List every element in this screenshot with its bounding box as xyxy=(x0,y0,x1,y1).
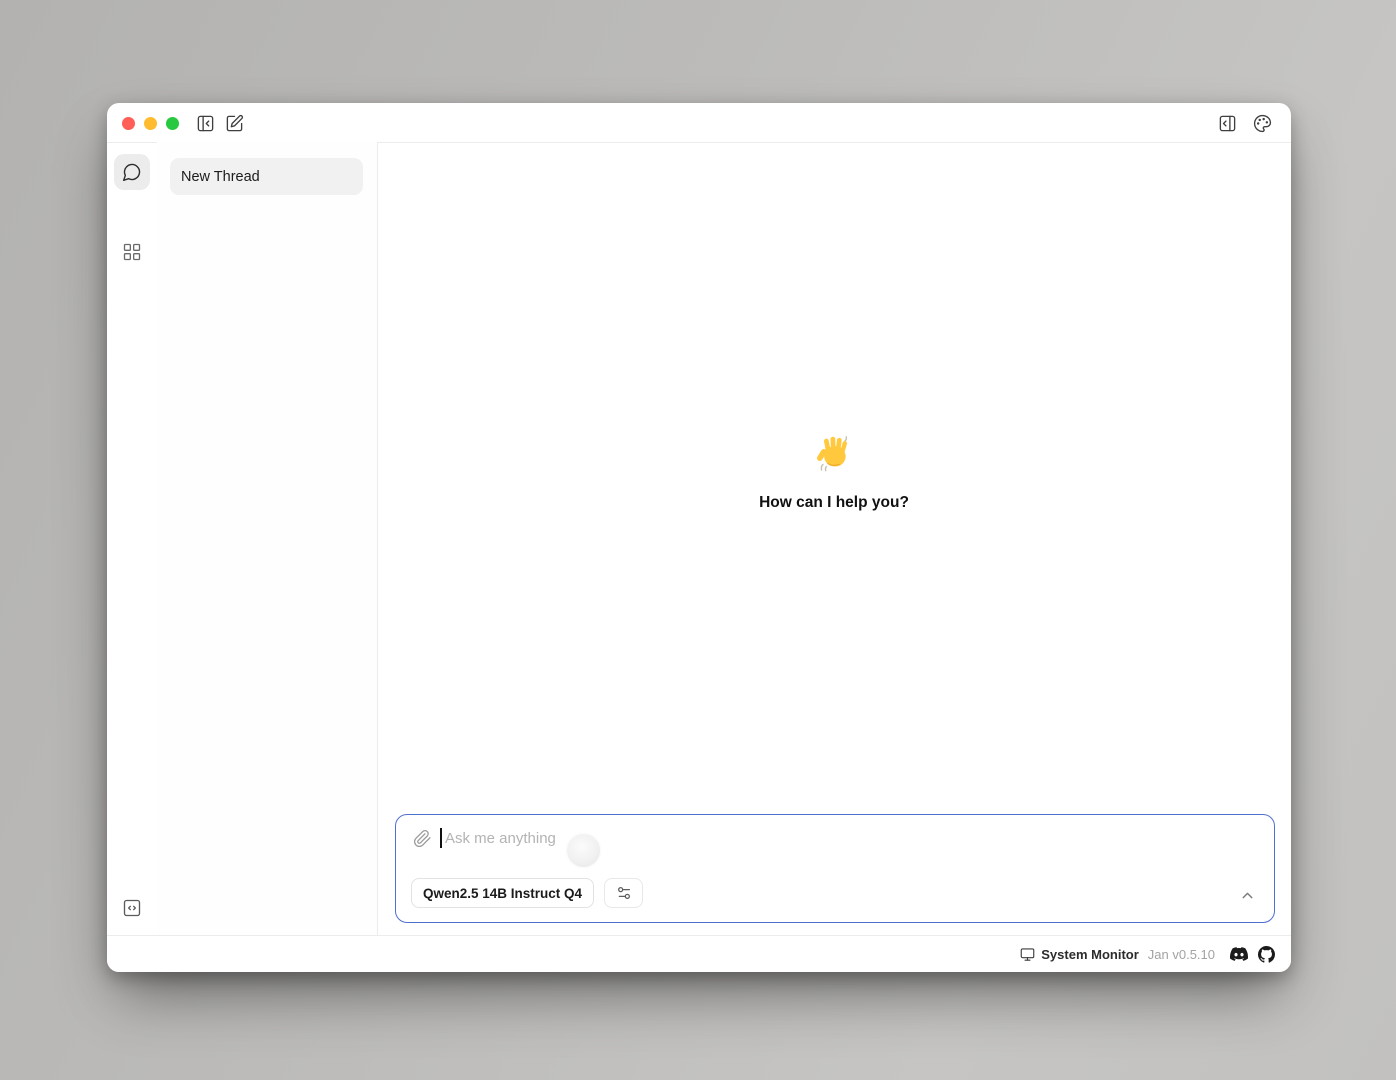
main-chat-pane: How can I help you? Qwen2.5 14B Instruct… xyxy=(377,142,1291,936)
paperclip-icon xyxy=(413,829,432,848)
icon-rail xyxy=(107,142,158,936)
sliders-icon xyxy=(616,885,632,901)
collapse-composer-button[interactable] xyxy=(1238,886,1256,904)
empty-state-greeting: How can I help you? xyxy=(377,434,1291,512)
desktop-background: New Thread xyxy=(0,0,1396,1080)
theme-palette-icon[interactable] xyxy=(1252,113,1272,133)
model-selector-button[interactable]: Qwen2.5 14B Instruct Q4 xyxy=(411,878,594,908)
chevron-up-icon xyxy=(1239,887,1256,904)
thread-list-item[interactable]: New Thread xyxy=(170,158,363,195)
sidebar-item-local-api[interactable] xyxy=(119,895,145,921)
monitor-icon xyxy=(1020,947,1035,962)
github-link[interactable] xyxy=(1257,945,1275,963)
greeting-text: How can I help you? xyxy=(759,494,909,512)
sidebar-item-hub[interactable] xyxy=(119,239,145,265)
message-input[interactable] xyxy=(445,825,865,851)
status-bar: System Monitor Jan v0.5.10 xyxy=(107,935,1291,972)
chat-composer: Qwen2.5 14B Instruct Q4 xyxy=(395,814,1275,923)
panel-left-close-icon[interactable] xyxy=(195,113,215,133)
discord-link[interactable] xyxy=(1230,945,1248,963)
status-right-group: System Monitor Jan v0.5.10 xyxy=(1020,936,1275,972)
chat-bubble-icon xyxy=(122,162,142,182)
model-settings-button[interactable] xyxy=(604,878,643,908)
minimize-window-button[interactable] xyxy=(144,117,157,130)
github-icon xyxy=(1258,946,1275,963)
app-version-label: Jan v0.5.10 xyxy=(1148,947,1215,962)
thread-list-panel: New Thread xyxy=(157,142,378,936)
jan-app-window: New Thread xyxy=(107,103,1291,972)
app-body: New Thread xyxy=(107,142,1291,936)
composer-controls: Qwen2.5 14B Instruct Q4 xyxy=(411,878,643,908)
waving-hand-emoji xyxy=(813,434,855,476)
hub-grid-icon xyxy=(122,242,142,262)
discord-icon xyxy=(1230,945,1248,963)
system-monitor-label: System Monitor xyxy=(1041,947,1139,962)
panel-right-open-icon[interactable] xyxy=(1217,113,1237,133)
thread-title: New Thread xyxy=(181,169,260,185)
titlebar xyxy=(107,103,1291,143)
new-thread-compose-icon[interactable] xyxy=(224,113,244,133)
sidebar-item-threads[interactable] xyxy=(114,154,150,190)
model-name: Qwen2.5 14B Instruct Q4 xyxy=(423,886,582,901)
text-caret xyxy=(440,828,442,848)
close-window-button[interactable] xyxy=(122,117,135,130)
maximize-window-button[interactable] xyxy=(166,117,179,130)
attach-file-button[interactable] xyxy=(412,828,432,848)
system-monitor-toggle[interactable]: System Monitor xyxy=(1020,947,1139,962)
code-square-icon xyxy=(122,898,142,918)
